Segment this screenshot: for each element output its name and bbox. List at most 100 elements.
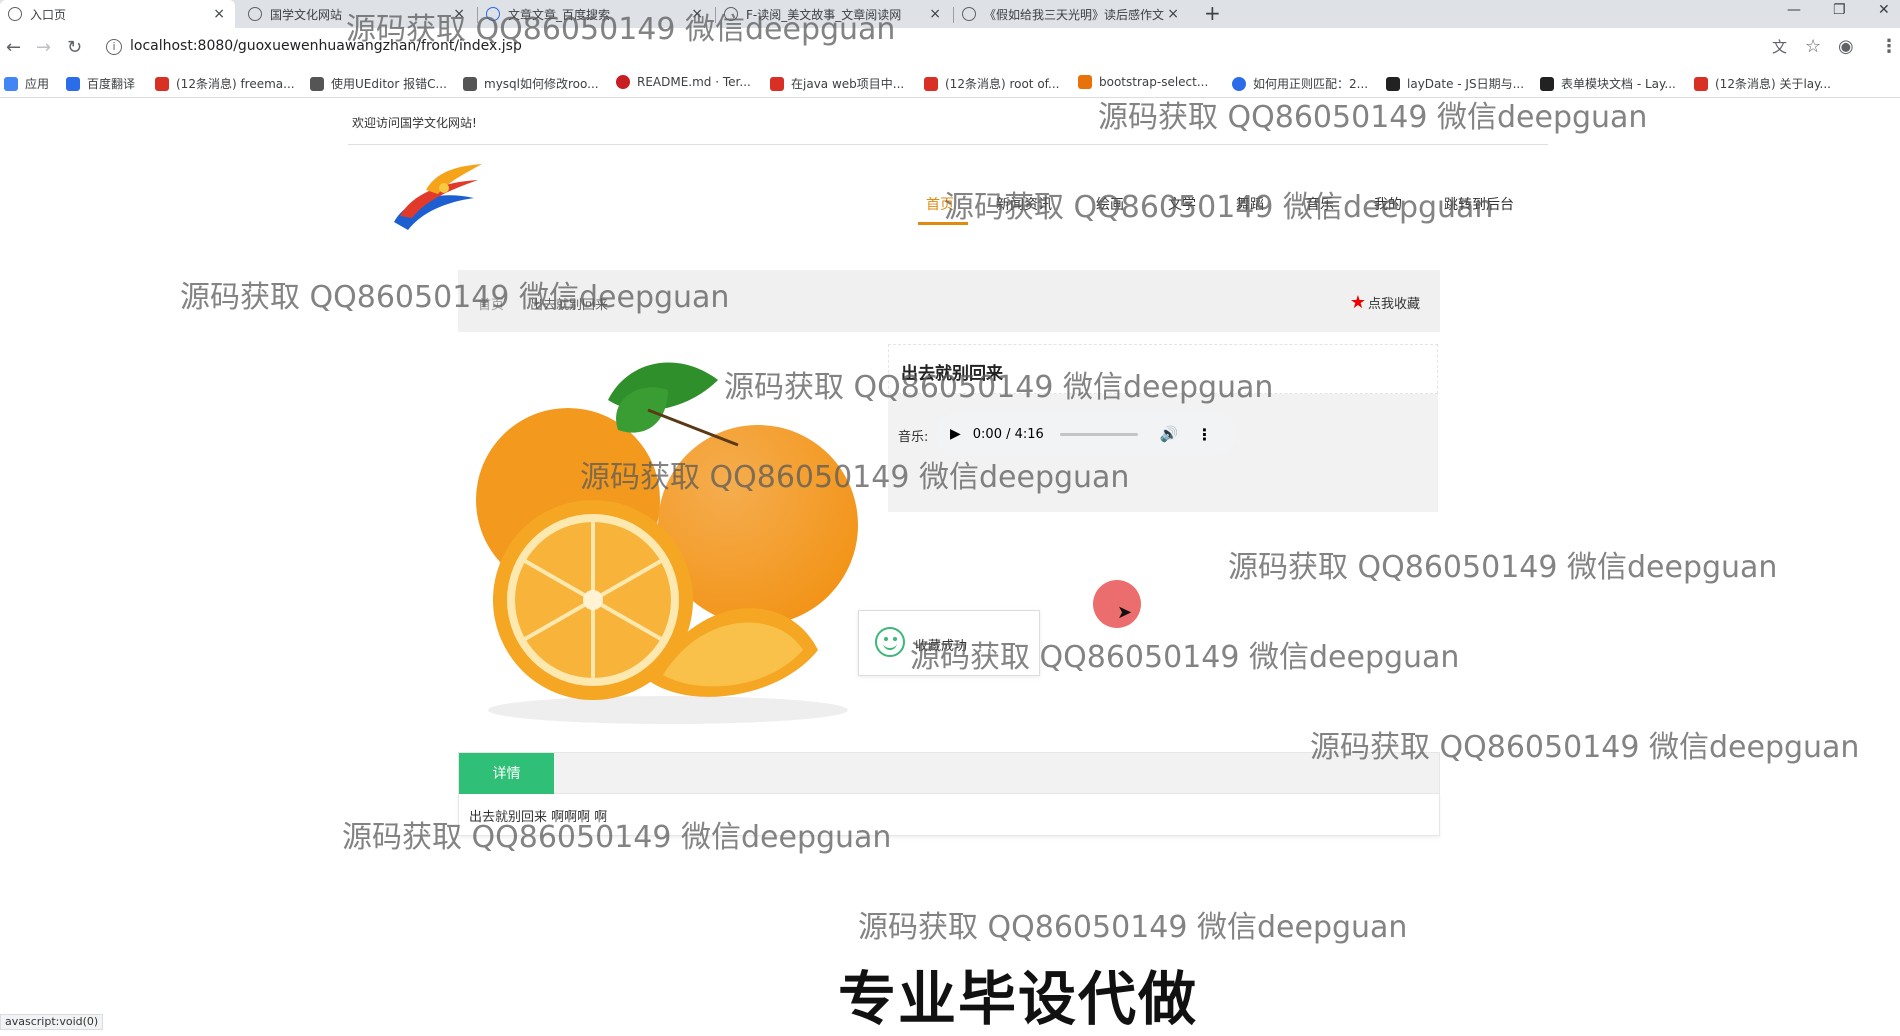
audio-player[interactable]: ▶ 0:00 / 4:16 🔊 ⋮ (936, 412, 1236, 456)
bookmark-label: 百度翻译 (87, 77, 136, 91)
detail-content: 出去就别回来 啊啊啊 啊 (458, 794, 1440, 836)
csdn-icon (1694, 76, 1708, 91)
tab-label: F-读阅_美文故事_文章阅读网 (746, 7, 902, 22)
bookmark-icon (1078, 75, 1092, 89)
url-field[interactable]: localhost:8080/guoxuewenhuawangzhan/fron… (130, 38, 522, 54)
menu-icon[interactable]: ⋮ (1880, 36, 1898, 57)
bookmark-label: (12条消息) freema... (176, 77, 295, 91)
smile-icon (875, 627, 905, 657)
back-icon[interactable]: ← (6, 37, 21, 58)
bookmark-label: 应用 (25, 77, 50, 91)
breadcrumb-bar: 首页 出去就别回来 ★ 点我收藏 (458, 270, 1440, 332)
bookmark-item[interactable]: 表单模块文档 - Lay... (1540, 75, 1676, 92)
nav-my[interactable]: 我的 (1374, 194, 1402, 214)
orange-fruit-image (476, 362, 858, 724)
tab-entry-page[interactable]: 入口页 × (0, 0, 235, 28)
globe-icon (962, 7, 976, 21)
minimize-icon[interactable]: — (1787, 2, 1801, 18)
bookmark-item[interactable]: layDate - JS日期与... (1386, 75, 1524, 92)
audio-time: 0:00 / 4:16 (972, 426, 1044, 442)
more-options-icon[interactable]: ⋮ (1197, 425, 1213, 444)
gitee-icon (616, 75, 630, 89)
forward-icon[interactable]: → (36, 37, 51, 58)
profile-icon[interactable]: ◉ (1838, 36, 1854, 57)
layui-icon (1386, 76, 1400, 91)
bookmark-label: layDate - JS日期与... (1407, 77, 1525, 91)
star-icon: ★ (1349, 292, 1366, 313)
detail-text: 出去就别回来 啊啊啊 啊 (469, 810, 608, 825)
close-tab-icon[interactable]: × (1167, 6, 1179, 22)
detail-tab-bar: 详情 (458, 752, 1440, 795)
csdn-icon (924, 76, 938, 91)
address-toolbar: ← → ↻ i localhost:8080/guoxuewenhuawangz… (0, 28, 1900, 68)
window-close-icon[interactable]: ✕ (1878, 2, 1890, 18)
site-logo[interactable] (386, 160, 486, 238)
bookmark-item[interactable]: bootstrap-select... (1078, 75, 1208, 89)
apps-icon (4, 76, 18, 91)
layui-icon (1540, 76, 1554, 91)
watermark: 源码获取 QQ86050149 微信deepguan (1228, 550, 1778, 585)
bookmark-item[interactable]: 百度翻译 (66, 75, 135, 92)
bookmark-item[interactable]: README.md · Ter... (616, 75, 751, 89)
nav-admin[interactable]: 跳转到后台 (1444, 194, 1514, 214)
bookmark-label: (12条消息) 关于lay... (1715, 77, 1831, 91)
globe-icon (724, 7, 738, 21)
tab-essay[interactable]: 《假如给我三天光明》读后感作文 × (954, 0, 1189, 28)
settings-icon (248, 7, 262, 21)
bookmark-label: 表单模块文档 - Lay... (1561, 77, 1676, 91)
volume-icon[interactable]: 🔊 (1160, 425, 1179, 443)
bookmark-item[interactable]: (12条消息) 关于lay... (1694, 75, 1831, 92)
play-icon[interactable]: ▶ (950, 426, 961, 442)
divider (348, 144, 1548, 145)
tab-baidu-search[interactable]: 文章文章_百度搜索 × (478, 0, 713, 28)
banner-text: 专业毕设代做 (838, 965, 1199, 1033)
item-title: 出去就别回来 (888, 344, 1438, 394)
welcome-text: 欢迎访问国学文化网站! (352, 116, 477, 130)
bookmark-icon (310, 76, 324, 91)
tab-guoxue-site[interactable]: 国学文化网站 × (240, 0, 475, 28)
toast-text: 收藏成功 (915, 639, 968, 654)
close-tab-icon[interactable]: × (213, 6, 225, 22)
bookmark-label: 在java web项目中... (791, 77, 905, 91)
bookmark-item[interactable]: 应用 (4, 75, 49, 92)
csdn-icon (155, 76, 169, 91)
baidu-translate-icon (66, 76, 80, 91)
close-tab-icon[interactable]: × (453, 6, 465, 22)
bookmark-label: mysql如何修改roo... (484, 77, 599, 91)
tab-reading-site[interactable]: F-读阅_美文故事_文章阅读网 × (716, 0, 951, 28)
audio-progress-slider[interactable] (1059, 432, 1138, 436)
bookmark-item[interactable]: 在java web项目中... (770, 75, 904, 92)
bookmark-label: README.md · Ter... (637, 75, 751, 89)
close-tab-icon[interactable]: × (929, 6, 941, 22)
bookmark-item[interactable]: (12条消息) root of... (924, 75, 1059, 92)
bookmark-item[interactable]: (12条消息) freema... (155, 75, 295, 92)
new-tab-button[interactable]: + (1204, 1, 1221, 25)
close-tab-icon[interactable]: × (691, 6, 703, 22)
nav-literature[interactable]: 文学 (1168, 194, 1196, 214)
site-info-icon[interactable]: i (106, 39, 122, 55)
tab-label: 文章文章_百度搜索 (508, 7, 611, 22)
translate-icon[interactable]: 文 (1772, 36, 1787, 57)
nav-home[interactable]: 首页 (926, 194, 954, 214)
breadcrumb-home[interactable]: 首页 (478, 294, 504, 313)
mouse-cursor-icon: ➤ (1117, 602, 1133, 623)
bookmark-item[interactable]: 使用UEditor 报错C... (310, 75, 447, 92)
bookmark-item[interactable]: mysql如何修改roo... (463, 75, 599, 92)
globe-icon (8, 7, 22, 21)
baidu-paw-icon (1232, 76, 1246, 91)
bookmark-label: bootstrap-select... (1099, 75, 1209, 89)
favorite-label: 点我收藏 (1367, 297, 1420, 312)
reload-icon[interactable]: ↻ (67, 37, 82, 58)
favorite-button[interactable]: ★ 点我收藏 (1350, 292, 1420, 313)
nav-painting[interactable]: 绘画 (1096, 194, 1124, 214)
status-bar: avascript:void(0) (0, 1014, 104, 1030)
nav-news[interactable]: 新闻资讯 (996, 194, 1052, 214)
toast-message: 收藏成功 (858, 610, 1040, 676)
nav-dance[interactable]: 舞蹈 (1236, 194, 1264, 214)
nav-active-indicator (918, 222, 968, 225)
tab-detail[interactable]: 详情 (459, 753, 554, 795)
nav-music[interactable]: 音乐 (1306, 194, 1334, 214)
bookmark-item[interactable]: 如何用正则匹配：2... (1232, 75, 1368, 92)
restore-icon[interactable]: ❐ (1833, 2, 1846, 18)
bookmark-star-icon[interactable]: ☆ (1805, 36, 1821, 57)
